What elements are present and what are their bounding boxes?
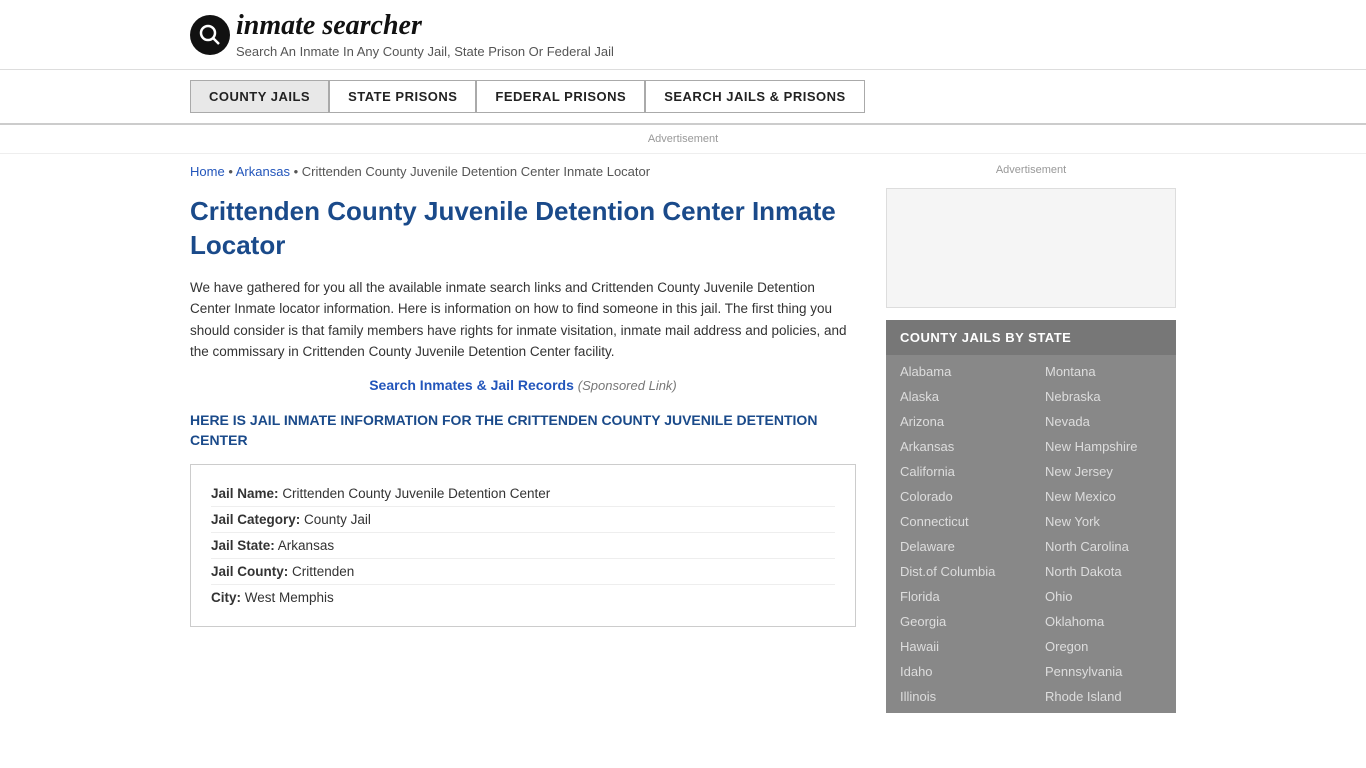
- state-item[interactable]: North Carolina: [1031, 534, 1176, 559]
- sidebar-ad-placeholder: [886, 188, 1176, 308]
- nav-state-prisons[interactable]: STATE PRISONS: [329, 80, 476, 113]
- state-item[interactable]: Rhode Island: [1031, 684, 1176, 709]
- state-item[interactable]: Oklahoma: [1031, 609, 1176, 634]
- state-item[interactable]: California: [886, 459, 1031, 484]
- state-item[interactable]: North Dakota: [1031, 559, 1176, 584]
- state-item[interactable]: New Jersey: [1031, 459, 1176, 484]
- state-item[interactable]: Arkansas: [886, 434, 1031, 459]
- state-item[interactable]: Florida: [886, 584, 1031, 609]
- nav-federal-prisons[interactable]: FEDERAL PRISONS: [476, 80, 645, 113]
- state-item[interactable]: Dist.of Columbia: [886, 559, 1031, 584]
- state-item[interactable]: Delaware: [886, 534, 1031, 559]
- jail-state-label: Jail State:: [211, 538, 275, 553]
- breadcrumb-sep2: •: [294, 164, 302, 179]
- state-item[interactable]: Oregon: [1031, 634, 1176, 659]
- jail-category-row: Jail Category: County Jail: [211, 507, 835, 533]
- description-text: We have gathered for you all the availab…: [190, 277, 856, 363]
- county-jails-sidebar: COUNTY JAILS BY STATE AlabamaMontanaAlas…: [886, 320, 1176, 713]
- state-item[interactable]: Connecticut: [886, 509, 1031, 534]
- breadcrumb-current: Crittenden County Juvenile Detention Cen…: [302, 164, 650, 179]
- state-item[interactable]: Ohio: [1031, 584, 1176, 609]
- header: inmate searcher Search An Inmate In Any …: [0, 0, 1366, 70]
- state-item[interactable]: New Mexico: [1031, 484, 1176, 509]
- state-item[interactable]: New York: [1031, 509, 1176, 534]
- state-item[interactable]: Pennsylvania: [1031, 659, 1176, 684]
- jail-info-box: Jail Name: Crittenden County Juvenile De…: [190, 464, 856, 627]
- logo-area: inmate searcher Search An Inmate In Any …: [190, 10, 1176, 59]
- state-item[interactable]: Arizona: [886, 409, 1031, 434]
- state-item[interactable]: Nevada: [1031, 409, 1176, 434]
- state-item[interactable]: Georgia: [886, 609, 1031, 634]
- sponsored-link[interactable]: Search Inmates & Jail Records: [369, 377, 574, 393]
- jail-county-value: Crittenden: [292, 564, 354, 579]
- jail-category-label: Jail Category:: [211, 512, 300, 527]
- state-item[interactable]: Colorado: [886, 484, 1031, 509]
- navigation: COUNTY JAILS STATE PRISONS FEDERAL PRISO…: [0, 70, 1366, 125]
- jail-name-label: Jail Name:: [211, 486, 279, 501]
- state-item[interactable]: Hawaii: [886, 634, 1031, 659]
- state-item[interactable]: Illinois: [886, 684, 1031, 709]
- jail-category-value: County Jail: [304, 512, 371, 527]
- section-heading: HERE IS JAIL INMATE INFORMATION FOR THE …: [190, 411, 856, 450]
- sponsored-link-area: Search Inmates & Jail Records (Sponsored…: [190, 377, 856, 393]
- breadcrumb: Home • Arkansas • Crittenden County Juve…: [190, 164, 856, 179]
- jail-county-row: Jail County: Crittenden: [211, 559, 835, 585]
- state-item[interactable]: Alaska: [886, 384, 1031, 409]
- sidebar-ad-label: Advertisement: [886, 164, 1176, 176]
- jail-county-label: Jail County:: [211, 564, 288, 579]
- breadcrumb-state[interactable]: Arkansas: [236, 164, 290, 179]
- nav-county-jails[interactable]: COUNTY JAILS: [190, 80, 329, 113]
- nav-search-jails[interactable]: SEARCH JAILS & PRISONS: [645, 80, 864, 113]
- site-logo[interactable]: inmate searcher: [236, 10, 614, 42]
- jail-city-row: City: West Memphis: [211, 585, 835, 610]
- state-list: AlabamaMontanaAlaskaNebraskaArizonaNevad…: [886, 355, 1176, 713]
- jail-city-value: West Memphis: [245, 590, 334, 605]
- main-layout: Home • Arkansas • Crittenden County Juve…: [0, 164, 1366, 713]
- state-item[interactable]: Idaho: [886, 659, 1031, 684]
- state-item[interactable]: Montana: [1031, 359, 1176, 384]
- content-area: Home • Arkansas • Crittenden County Juve…: [190, 164, 856, 713]
- page-title: Crittenden County Juvenile Detention Cen…: [190, 195, 856, 263]
- logo-icon: [190, 15, 230, 55]
- ad-banner-top: Advertisement: [0, 125, 1366, 154]
- state-item[interactable]: Nebraska: [1031, 384, 1176, 409]
- state-item[interactable]: Alabama: [886, 359, 1031, 384]
- jail-name-row: Jail Name: Crittenden County Juvenile De…: [211, 481, 835, 507]
- jail-state-row: Jail State: Arkansas: [211, 533, 835, 559]
- jail-state-value: Arkansas: [278, 538, 334, 553]
- jail-city-label: City:: [211, 590, 241, 605]
- sponsored-suffix: (Sponsored Link): [578, 378, 677, 393]
- state-item[interactable]: New Hampshire: [1031, 434, 1176, 459]
- breadcrumb-sep1: •: [228, 164, 235, 179]
- sidebar: Advertisement COUNTY JAILS BY STATE Alab…: [886, 164, 1176, 713]
- county-jails-title: COUNTY JAILS BY STATE: [886, 320, 1176, 355]
- breadcrumb-home[interactable]: Home: [190, 164, 225, 179]
- tagline: Search An Inmate In Any County Jail, Sta…: [236, 44, 614, 59]
- jail-name-value: Crittenden County Juvenile Detention Cen…: [282, 486, 550, 501]
